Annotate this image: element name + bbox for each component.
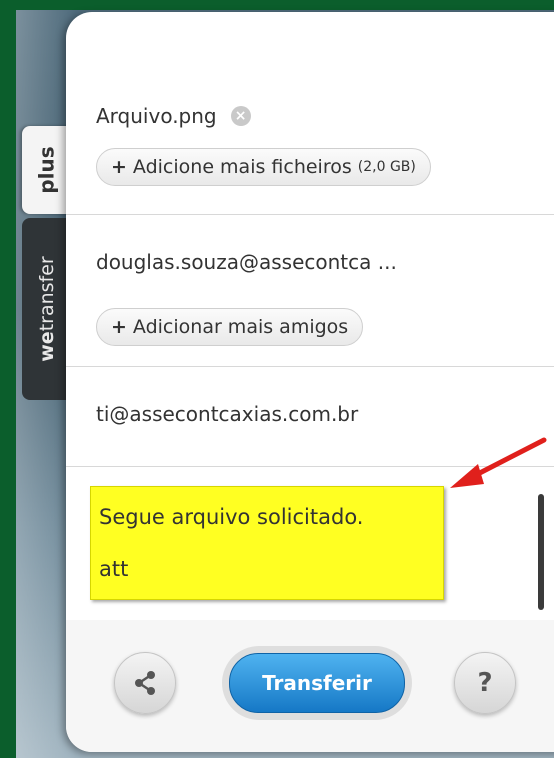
tab-plus[interactable]: plus	[22, 126, 72, 214]
footer-bar: Transferir ?	[66, 620, 554, 752]
file-item: Arquivo.png ×	[96, 104, 251, 128]
plus-icon: +	[111, 156, 127, 178]
file-name: Arquivo.png	[96, 104, 217, 128]
help-button[interactable]: ?	[454, 652, 516, 714]
transfer-button-ring: Transferir	[222, 646, 412, 720]
share-button[interactable]	[114, 652, 176, 714]
sender-email-field[interactable]: ti@assecontcaxias.com.br	[96, 402, 358, 426]
share-icon	[135, 671, 155, 695]
transfer-panel: Arquivo.png × + Adicione mais ficheiros …	[66, 12, 554, 752]
friends-section: douglas.souza@assecontca ... + Adicionar…	[66, 214, 554, 367]
add-files-button[interactable]: + Adicione mais ficheiros (2,0 GB)	[96, 148, 431, 186]
plus-icon: +	[111, 316, 127, 338]
message-line: Segue arquivo solicitado.	[99, 505, 364, 529]
size-note: (2,0 GB)	[357, 159, 416, 175]
remove-icon[interactable]: ×	[230, 106, 251, 126]
friend-email[interactable]: douglas.souza@assecontca ...	[96, 250, 397, 274]
add-friends-button[interactable]: + Adicionar mais amigos	[96, 308, 364, 346]
message-textarea[interactable]: Segue arquivo solicitado. att	[90, 486, 444, 600]
scrollbar[interactable]	[538, 494, 544, 610]
help-icon: ?	[477, 668, 493, 698]
tab-plus-label: plus	[34, 146, 59, 194]
message-line: att	[99, 557, 129, 581]
add-friends-label: Adicionar mais amigos	[132, 316, 349, 338]
add-files-label: Adicione mais ficheiros	[132, 156, 352, 178]
tab-wetransfer[interactable]: wetransfer	[22, 218, 72, 400]
tab-wetransfer-label: wetransfer	[36, 256, 58, 362]
transfer-button[interactable]: Transferir	[229, 653, 405, 713]
files-section: Arquivo.png × + Adicione mais ficheiros …	[66, 12, 554, 215]
annotation-arrow-icon	[450, 437, 547, 488]
